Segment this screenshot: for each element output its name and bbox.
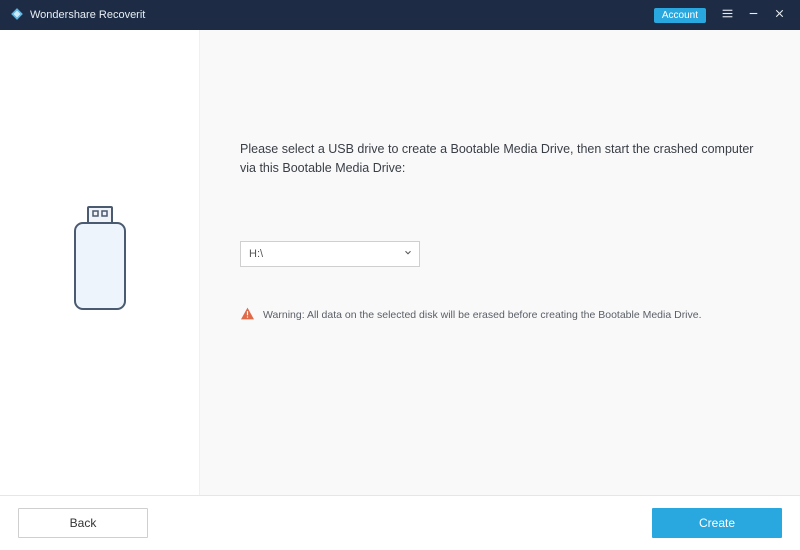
create-button[interactable]: Create: [652, 508, 782, 538]
app-logo-icon: [10, 7, 24, 24]
warning-row: Warning: All data on the selected disk w…: [240, 307, 760, 323]
instruction-text: Please select a USB drive to create a Bo…: [240, 140, 760, 179]
main-area: Please select a USB drive to create a Bo…: [0, 30, 800, 495]
menu-button[interactable]: [714, 0, 740, 30]
close-icon: [773, 7, 786, 23]
side-panel: [0, 30, 200, 495]
content-panel: Please select a USB drive to create a Bo…: [200, 30, 800, 495]
usb-drive-icon: [65, 205, 135, 320]
drive-select-dropdown[interactable]: H:\: [240, 241, 420, 267]
titlebar: Wondershare Recoverit Account: [0, 0, 800, 30]
back-button[interactable]: Back: [18, 508, 148, 538]
chevron-down-icon: [403, 247, 413, 260]
hamburger-icon: [721, 7, 734, 23]
minimize-button[interactable]: [740, 0, 766, 30]
warning-triangle-icon: [240, 307, 255, 323]
account-button[interactable]: Account: [654, 8, 706, 23]
drive-select-value: H:\: [249, 248, 263, 260]
footer-bar: Back Create: [0, 495, 800, 550]
minimize-icon: [747, 7, 760, 23]
warning-text: Warning: All data on the selected disk w…: [263, 309, 702, 321]
close-button[interactable]: [766, 0, 792, 30]
app-logo: Wondershare Recoverit: [10, 7, 145, 24]
app-title: Wondershare Recoverit: [30, 9, 145, 21]
